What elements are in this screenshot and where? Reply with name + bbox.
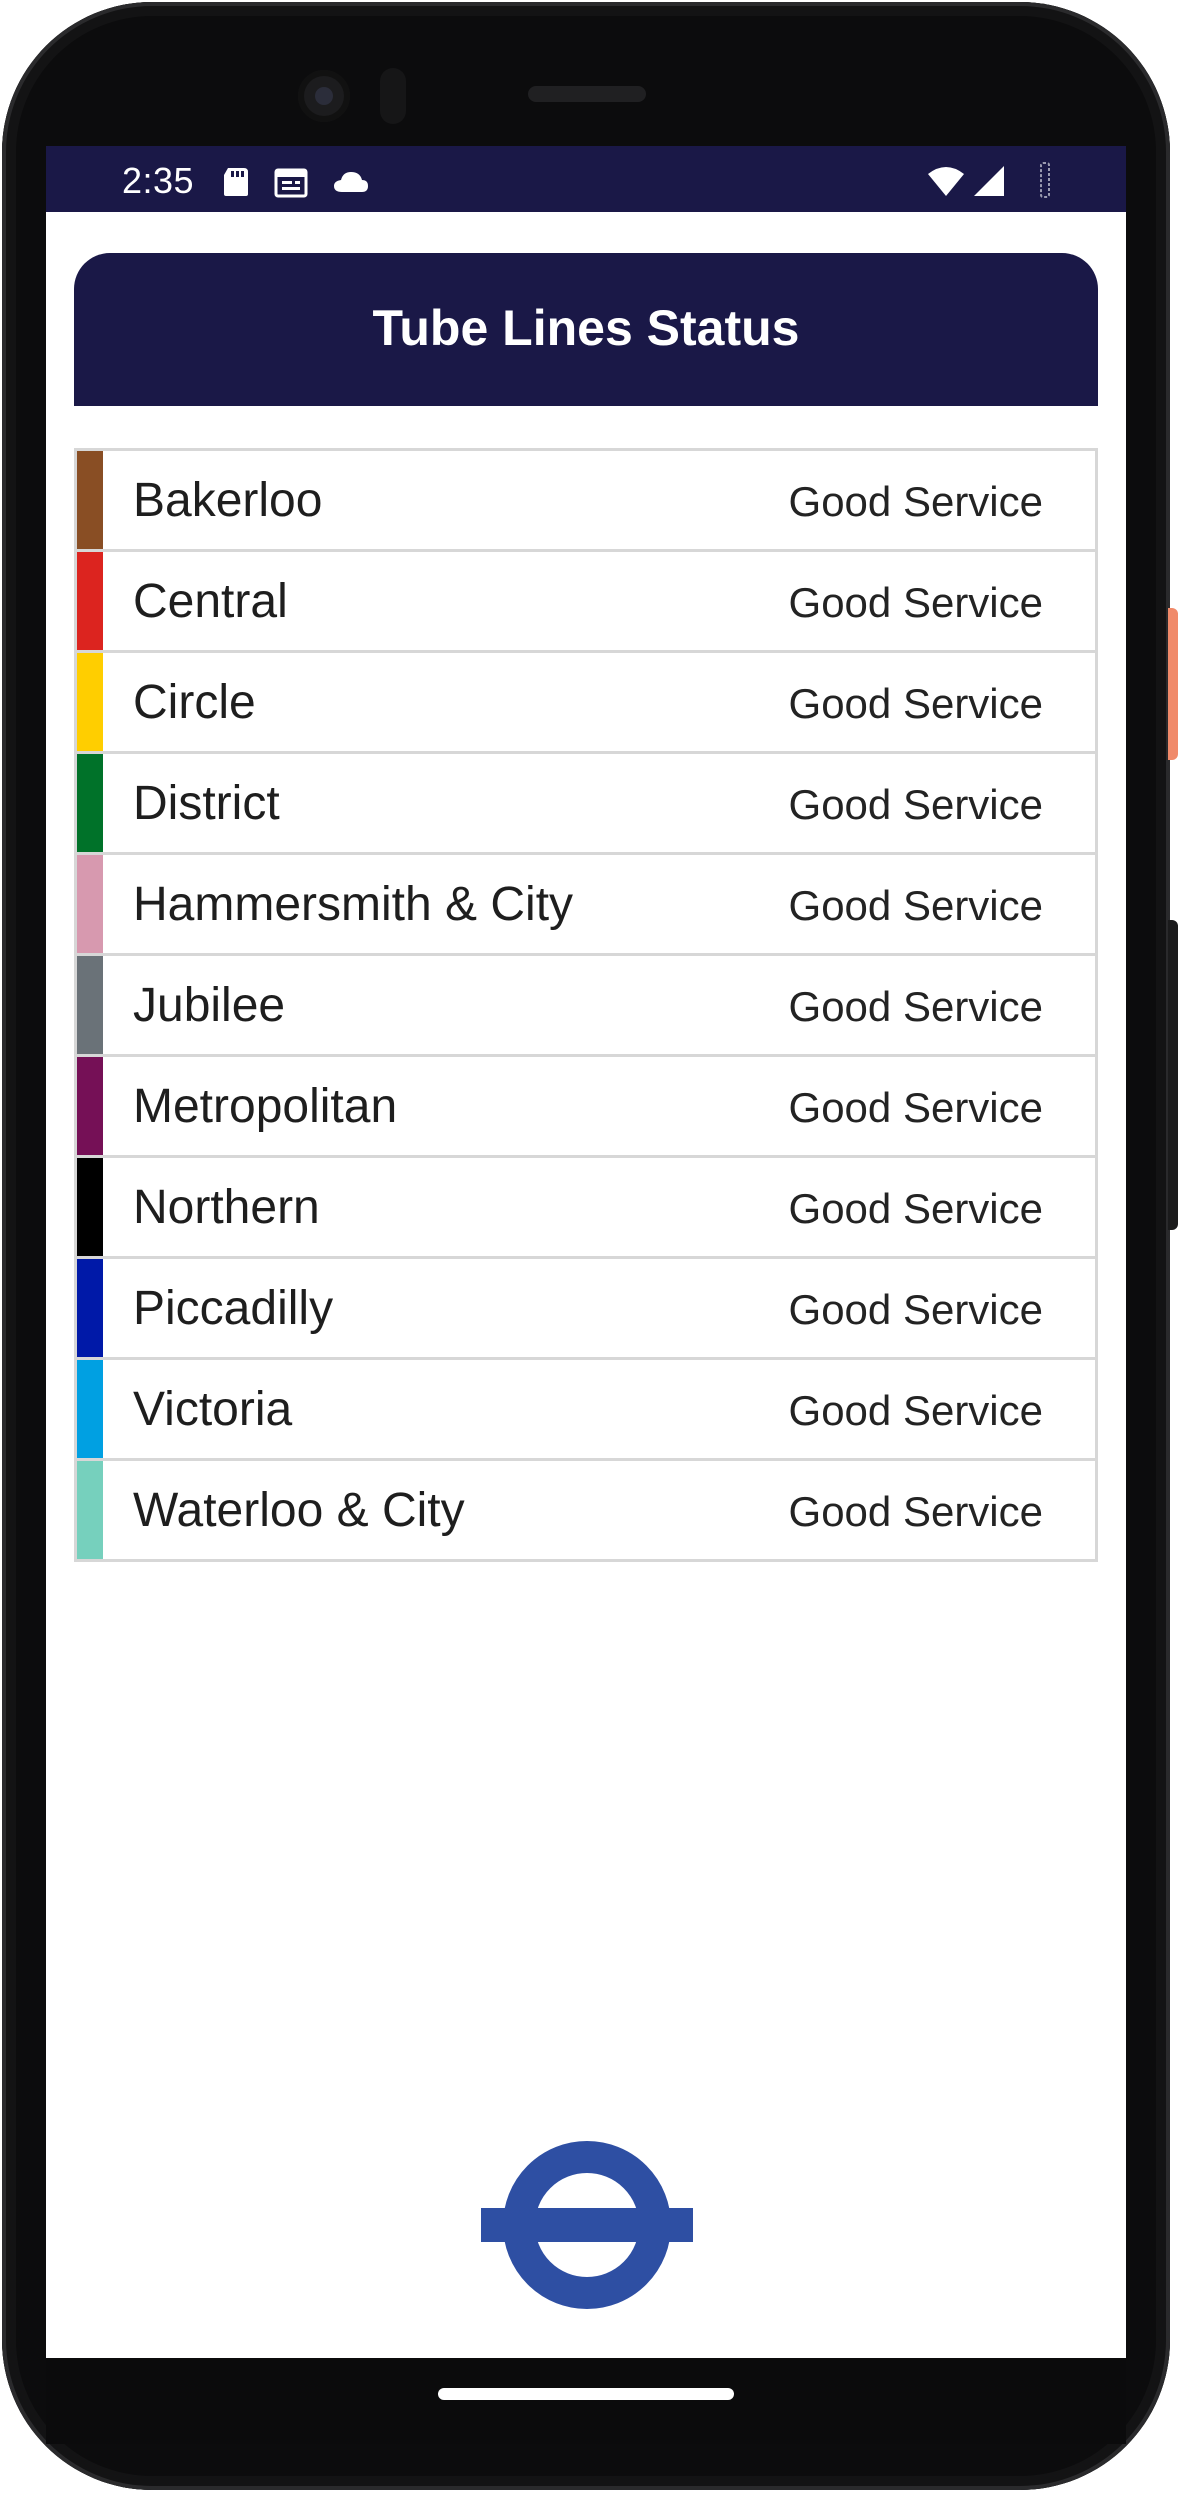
line-name: Bakerloo xyxy=(133,474,323,527)
line-status: Good Service xyxy=(788,983,1043,1030)
line-name: Jubilee xyxy=(133,979,286,1032)
home-indicator[interactable] xyxy=(438,2388,734,2400)
line-status: Good Service xyxy=(788,781,1043,828)
line-name: Victoria xyxy=(133,1383,293,1436)
power-button xyxy=(1168,608,1178,760)
line-status: Good Service xyxy=(788,882,1043,929)
line-row[interactable]: Waterloo & City Good Service xyxy=(77,1461,1095,1559)
line-color-swatch xyxy=(77,754,103,852)
line-row[interactable]: Circle Good Service xyxy=(77,653,1095,754)
app-header: Tube Lines Status xyxy=(74,253,1098,406)
line-status: Good Service xyxy=(788,1488,1043,1535)
page-title: Tube Lines Status xyxy=(372,300,800,356)
line-name: Circle xyxy=(133,676,256,729)
line-status: Good Service xyxy=(788,1185,1043,1232)
line-status: Good Service xyxy=(788,478,1043,525)
line-row[interactable]: Metropolitan Good Service xyxy=(77,1057,1095,1158)
line-name: Hammersmith & City xyxy=(133,878,574,931)
line-status: Good Service xyxy=(788,1387,1043,1434)
line-name: Northern xyxy=(133,1181,320,1234)
line-row[interactable]: Central Good Service xyxy=(77,552,1095,653)
line-row[interactable]: Piccadilly Good Service xyxy=(77,1259,1095,1360)
earpiece-speaker xyxy=(528,86,646,102)
line-name: Central xyxy=(133,575,288,628)
line-color-swatch xyxy=(77,552,103,650)
line-color-swatch xyxy=(77,1158,103,1256)
status-time: 2:35 xyxy=(122,160,195,201)
battery-icon xyxy=(1038,162,1052,198)
line-name: Piccadilly xyxy=(133,1282,334,1335)
line-name: Metropolitan xyxy=(133,1080,398,1133)
line-row[interactable]: Victoria Good Service xyxy=(77,1360,1095,1461)
line-color-swatch xyxy=(77,855,103,953)
line-status: Good Service xyxy=(788,680,1043,727)
device-frame: 2:35 Tube Lines Status Bakerloo Good Ser… xyxy=(0,0,1178,2498)
line-color-swatch xyxy=(77,1360,103,1458)
line-color-swatch xyxy=(77,653,103,751)
proximity-sensor xyxy=(380,68,406,124)
status-bar: 2:35 xyxy=(46,146,1126,212)
line-status: Good Service xyxy=(788,1084,1043,1131)
cell-signal-icon xyxy=(970,164,1006,198)
sd-card-icon xyxy=(222,166,254,196)
line-name: Waterloo & City xyxy=(133,1484,465,1537)
line-color-swatch xyxy=(77,1259,103,1357)
line-name: District xyxy=(133,777,280,830)
line-status: Good Service xyxy=(788,579,1043,626)
roundel-logo xyxy=(481,2141,693,2309)
wifi-icon xyxy=(926,164,966,198)
cloud-icon xyxy=(332,170,368,200)
line-status: Good Service xyxy=(788,1286,1043,1333)
line-color-swatch xyxy=(77,451,103,549)
line-row[interactable]: Jubilee Good Service xyxy=(77,956,1095,1057)
line-color-swatch xyxy=(77,1461,103,1559)
line-row[interactable]: Hammersmith & City Good Service xyxy=(77,855,1095,956)
line-row[interactable]: Northern Good Service xyxy=(77,1158,1095,1259)
line-row[interactable]: District Good Service xyxy=(77,754,1095,855)
line-color-swatch xyxy=(77,1057,103,1155)
front-camera xyxy=(298,70,350,122)
calendar-icon xyxy=(274,166,308,198)
tube-lines-list: Bakerloo Good Service Central Good Service C… xyxy=(74,448,1098,1562)
app-screen: 2:35 Tube Lines Status Bakerloo Good Ser… xyxy=(46,146,1126,2358)
line-color-swatch xyxy=(77,956,103,1054)
navigation-bar xyxy=(46,2358,1126,2444)
volume-button xyxy=(1168,920,1178,1230)
line-row[interactable]: Bakerloo Good Service xyxy=(77,451,1095,552)
